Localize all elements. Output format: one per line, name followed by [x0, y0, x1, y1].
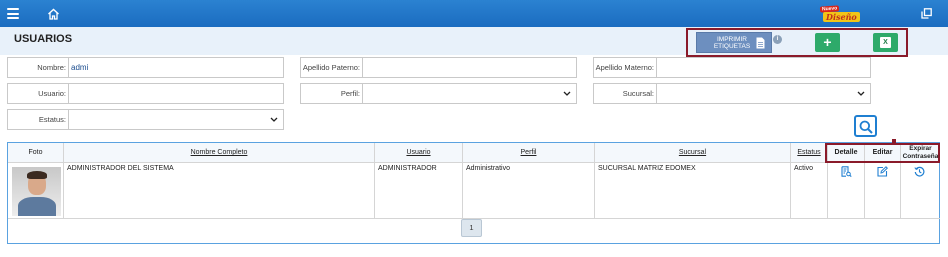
col-header-foto: Foto	[8, 143, 64, 163]
col-header-estatus[interactable]: Estatus	[791, 143, 828, 163]
apellido-materno-label: Apellido Materno:	[594, 58, 657, 77]
apellido-paterno-field[interactable]: Apellido Paterno:	[300, 57, 577, 78]
usuario-field[interactable]: Usuario:	[7, 83, 284, 104]
estatus-value	[69, 110, 71, 129]
history-icon[interactable]	[914, 166, 925, 177]
chevron-down-icon	[270, 117, 278, 122]
nombre-field[interactable]: Nombre: admi	[7, 57, 284, 78]
sucursal-cell: SUCURSAL MATRIZ EDOMEX	[595, 163, 791, 219]
usuario-label: Usuario:	[8, 84, 69, 103]
col-header-sucursal[interactable]: Sucursal	[595, 143, 791, 163]
top-bar: Nuevo Diseño	[0, 0, 948, 27]
app-logo: Nuevo Diseño	[818, 5, 860, 23]
apellido-paterno-input[interactable]	[363, 58, 365, 77]
col-header-usuario[interactable]: Usuario	[375, 143, 463, 163]
usuario-cell: ADMINISTRADOR	[375, 163, 463, 219]
page-title: USUARIOS	[14, 33, 73, 45]
estatus-select[interactable]: Estatus:	[7, 109, 284, 130]
detail-icon[interactable]	[841, 166, 852, 177]
chevron-down-icon	[857, 91, 865, 96]
sucursal-select[interactable]: Sucursal:	[593, 83, 871, 104]
estatus-label: Estatus:	[8, 110, 69, 129]
sucursal-label: Sucursal:	[594, 84, 657, 103]
perfil-select[interactable]: Perfil:	[300, 83, 577, 104]
estatus-cell: Activo	[791, 163, 828, 219]
editar-cell	[865, 163, 901, 219]
nombre-label: Nombre:	[8, 58, 69, 77]
hamburger-icon[interactable]	[7, 8, 19, 19]
perfil-cell: Administrativo	[463, 163, 595, 219]
actions-highlight-box	[686, 28, 908, 57]
perfil-value	[363, 84, 365, 103]
expirar-cell	[901, 163, 940, 219]
sucursal-value	[657, 84, 659, 103]
apellido-paterno-label: Apellido Paterno:	[301, 58, 363, 77]
apellido-materno-field[interactable]: Apellido Materno:	[593, 57, 871, 78]
home-icon[interactable]	[47, 8, 60, 20]
apellido-materno-input[interactable]	[657, 58, 659, 77]
nombre-input[interactable]: admi	[69, 58, 88, 77]
col-header-perfil[interactable]: Perfil	[463, 143, 595, 163]
user-photo-cell	[8, 163, 64, 219]
search-button[interactable]	[854, 115, 877, 137]
row-actions-highlight-box	[825, 143, 940, 163]
nombre-cell: ADMINISTRADOR DEL SISTEMA	[64, 163, 375, 219]
detalle-cell	[828, 163, 865, 219]
col-header-nombre[interactable]: Nombre Completo	[64, 143, 375, 163]
search-icon	[859, 120, 873, 134]
edit-icon[interactable]	[877, 166, 888, 177]
chevron-down-icon	[563, 91, 571, 96]
avatar	[12, 167, 61, 216]
perfil-label: Perfil:	[301, 84, 363, 103]
usuario-input[interactable]	[69, 84, 71, 103]
pagination-page-1[interactable]: 1	[461, 219, 482, 237]
restore-window-icon[interactable]	[921, 8, 932, 19]
